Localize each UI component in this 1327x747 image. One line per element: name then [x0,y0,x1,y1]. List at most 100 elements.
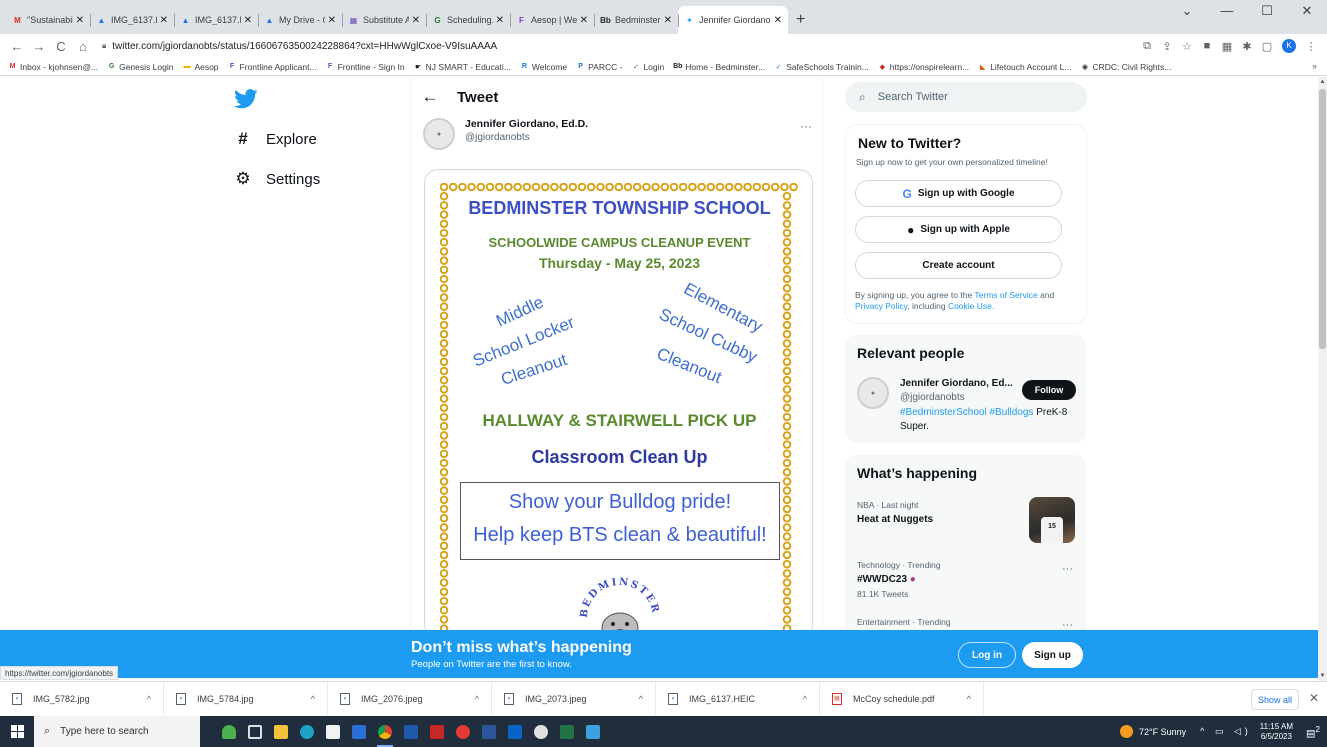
photos-icon[interactable] [580,716,606,747]
profile-avatar[interactable]: K [1282,39,1296,53]
trend-item[interactable]: Technology · Trending #WWDC23 ● 81.1K Tw… [857,560,941,599]
bookmark-item[interactable]: ◆ https://onspirelearn... [878,62,970,72]
close-tab-icon[interactable]: ✕ [580,15,588,26]
extension-icon[interactable]: ■ [1197,40,1217,52]
chevron-up-icon[interactable]: ^ [639,694,643,704]
download-item[interactable]: ▪ IMG_2073.jpeg ^ [492,681,656,717]
close-window-button[interactable]: ✕ [1287,0,1327,22]
bookmark-star-icon[interactable]: ☆ [1177,40,1197,53]
download-item[interactable]: ▤ McCoy schedule.pdf ^ [820,681,984,717]
store-icon[interactable] [320,716,346,747]
mail-app-icon[interactable] [346,716,372,747]
bookmark-item[interactable]: M Inbox - kjohnsen@... [8,62,99,72]
chevron-up-icon[interactable]: ^ [311,694,315,704]
taskbar-search[interactable]: ⌕ Type here to search [34,716,200,747]
address-bar[interactable]: 🔒︎ twitter.com/jgiordanobts/status/16606… [102,35,1137,57]
minimize-button[interactable]: — [1207,0,1247,22]
file-explorer-icon[interactable] [268,716,294,747]
close-shelf-icon[interactable]: ✕ [1309,691,1319,705]
nav-settings[interactable]: ⚙ Settings [234,169,320,189]
menu-icon[interactable]: ⋮ [1301,40,1321,53]
bookmark-item[interactable]: ◣ Lifetouch Account L... [978,62,1071,72]
browser-tab[interactable]: F Aesop | Web Navigato✕ [510,6,594,34]
relevant-handle[interactable]: @jgiordanobts [900,392,965,403]
trend-more-icon[interactable]: ··· [1062,619,1073,630]
author-handle[interactable]: @jgiordanobts [465,132,588,143]
hashtag-bedminster[interactable]: #BedminsterSchool [900,407,987,418]
create-account-button[interactable]: Create account [855,252,1062,279]
bookmark-item[interactable]: ▬ Aesop [182,62,218,72]
browser-tab[interactable]: Bb Bedminster Township✕ [594,6,678,34]
trend-item[interactable]: NBA · Last night Heat at Nuggets [857,500,933,525]
scroll-down-icon[interactable]: ▼ [1318,673,1327,679]
close-tab-icon[interactable]: ✕ [76,15,84,26]
twitter-logo-icon[interactable] [234,89,258,109]
tweet-author[interactable]: ● Jennifer Giordano, Ed.D. @jgiordanobts [423,118,588,150]
terms-of-service-link[interactable]: Terms of Service [974,290,1037,300]
trend-item[interactable]: Entertainment · Trending [857,617,951,627]
bookmark-item[interactable]: Bb Home - Bedminster... [673,62,765,72]
hashtag-bulldogs[interactable]: #Bulldogs [990,407,1034,418]
browser-tab[interactable]: ▲ IMG_6137.HEIC - Goo✕ [174,6,258,34]
scroll-up-icon[interactable]: ▲ [1318,79,1327,85]
home-icon[interactable]: ⌂ [72,39,94,54]
excel-icon[interactable] [554,716,580,747]
bookmark-item[interactable]: P PARCC - [576,62,622,72]
maximize-button[interactable]: ☐ [1247,0,1287,22]
privacy-policy-link[interactable]: Privacy Policy [855,301,907,311]
close-tab-icon[interactable]: ✕ [160,15,168,26]
browser-tab[interactable]: ▲ IMG_6137.HEIC - Goo✕ [90,6,174,34]
chevron-up-icon[interactable]: ^ [147,694,151,704]
trend-thumbnail[interactable]: 15 [1029,497,1075,543]
more-options-icon[interactable]: ··· [800,119,812,133]
edge-icon[interactable] [294,716,320,747]
word-icon[interactable] [476,716,502,747]
bookmark-item[interactable]: F Frontline - Sign In [326,62,405,72]
puzzle-icon[interactable]: ✱ [1237,40,1257,53]
follow-button[interactable]: Follow [1022,380,1076,400]
sidepanel-icon[interactable]: ▢ [1257,40,1277,53]
qr-icon[interactable]: ▦ [1217,40,1237,53]
chevron-up-icon[interactable]: ^ [475,694,479,704]
zoom-app-icon[interactable] [528,716,554,747]
weather-widget[interactable]: 72°F Sunny [1119,725,1186,738]
close-tab-icon[interactable]: ✕ [244,15,252,26]
lock-icon[interactable]: 🔒︎ [102,41,106,51]
back-icon[interactable]: ← [6,39,28,54]
bookmarks-overflow-icon[interactable]: » [1312,61,1317,71]
bookmark-item[interactable]: F Frontline Applicant... [228,62,317,72]
close-tab-icon[interactable]: ✕ [412,15,420,26]
outlook-icon[interactable] [502,716,528,747]
install-icon[interactable]: ⧉ [1137,40,1157,53]
unknown-app-icon[interactable] [398,716,424,747]
start-button[interactable] [0,716,34,747]
tray-icons[interactable]: ^ ▭ ◁) [1200,726,1252,737]
bookmark-item[interactable]: ◉ CRDC: Civil Rights... [1080,62,1171,72]
share-icon[interactable]: ⇪ [1157,40,1177,53]
tab-search-icon[interactable]: ⌄ [1167,0,1207,22]
author-name[interactable]: Jennifer Giordano, Ed.D. [465,118,588,130]
security-app-icon[interactable] [424,716,450,747]
notification-icon[interactable]: ▤2 [1303,724,1323,739]
page-scrollbar[interactable]: ▲ ▼ [1318,77,1327,681]
relevant-avatar[interactable]: ● [857,377,889,409]
back-arrow-icon[interactable]: ← [415,87,445,107]
browser-tab[interactable]: ✦ Jennifer Giordano, Ed✕ [678,6,788,34]
task-view-icon[interactable] [242,716,268,747]
chrome-icon[interactable] [372,716,398,747]
close-tab-icon[interactable]: ✕ [496,15,504,26]
signup-apple-button[interactable]: ● Sign up with Apple [855,216,1062,243]
close-tab-icon[interactable]: ✕ [664,15,672,26]
cookie-use-link[interactable]: Cookie Use. [948,301,994,311]
close-tab-icon[interactable]: ✕ [328,15,336,26]
bird-app-icon[interactable] [450,716,476,747]
relevant-name[interactable]: Jennifer Giordano, Ed... [900,378,1020,389]
bookmark-item[interactable]: R Welcome [520,62,567,72]
nav-explore[interactable]: # Explore [234,129,317,149]
reload-icon[interactable]: C [50,39,72,54]
banner-login-button[interactable]: Log in [958,642,1016,668]
bookmark-item[interactable]: ✓ SafeSchools Trainin... [774,62,869,72]
download-item[interactable]: ▪ IMG_5784.jpg ^ [164,681,328,717]
browser-tab[interactable]: M "Sustainability artifact✕ [6,6,90,34]
chevron-up-icon[interactable]: ^ [803,694,807,704]
